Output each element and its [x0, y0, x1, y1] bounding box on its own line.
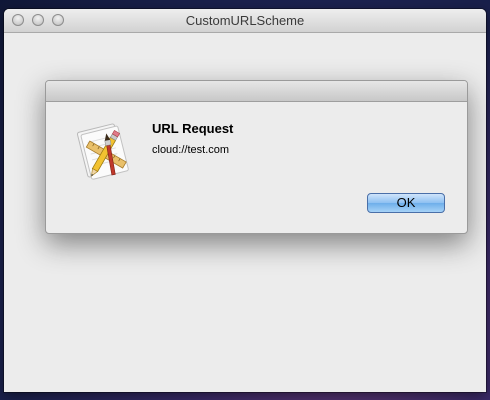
window-titlebar[interactable]: CustomURLScheme [4, 9, 486, 33]
sheet-header-bar [46, 81, 467, 102]
script-editor-app-icon [76, 123, 129, 180]
alert-sheet: URL Request cloud://test.com OK [45, 80, 468, 234]
alert-title: URL Request [152, 121, 234, 136]
ok-button[interactable]: OK [367, 193, 445, 213]
alert-message: cloud://test.com [152, 144, 230, 156]
desktop-background: CustomURLScheme URL Request cloud://test… [0, 0, 490, 400]
app-window: CustomURLScheme URL Request cloud://test… [4, 9, 486, 392]
window-title: CustomURLScheme [185, 13, 305, 28]
